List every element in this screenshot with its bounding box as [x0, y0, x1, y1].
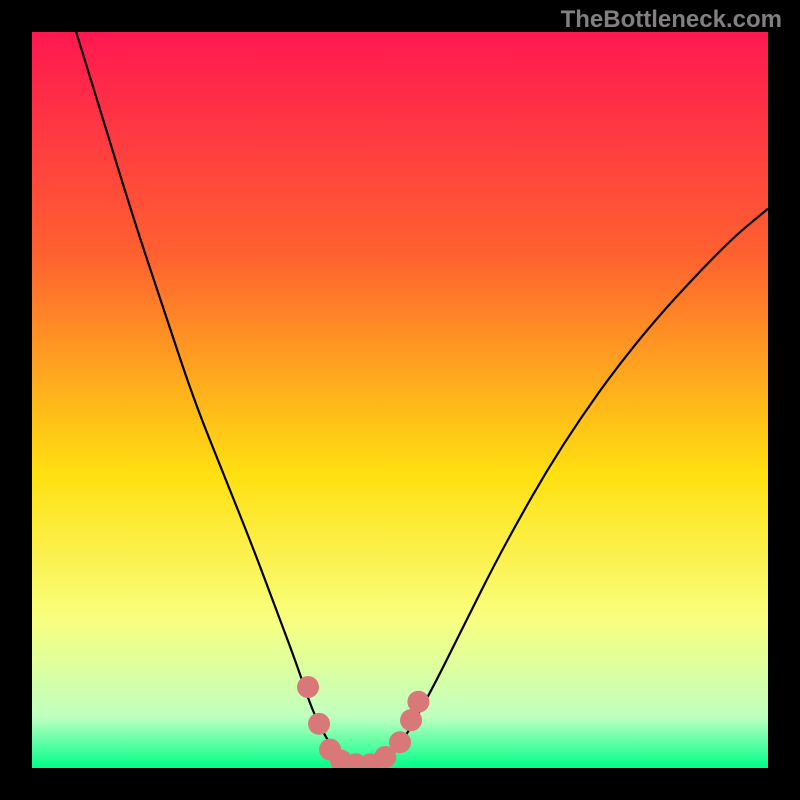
optimal-zone-markers	[297, 676, 429, 768]
optimal-point	[297, 676, 319, 698]
watermark-text: TheBottleneck.com	[561, 6, 782, 34]
plot-area	[32, 32, 768, 768]
optimal-point	[407, 691, 429, 713]
optimal-point	[389, 731, 411, 753]
bottleneck-curve	[76, 32, 768, 764]
curve-overlay	[32, 32, 768, 768]
optimal-point	[308, 713, 330, 735]
